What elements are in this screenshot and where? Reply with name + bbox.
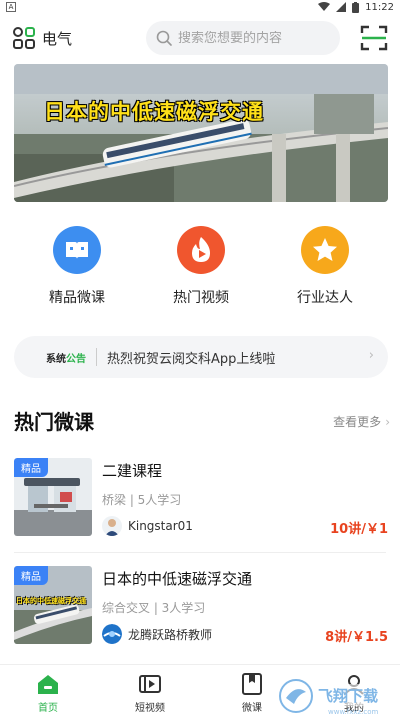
quick-entry-hot-videos[interactable]: 热门视频 bbox=[151, 226, 251, 307]
chevron-right-icon: › bbox=[368, 348, 374, 363]
course-card[interactable]: 日本的中低速磁浮交通 精品 日本的中低速磁浮交通 综合交叉 | 3人学习 龙腾跃… bbox=[0, 566, 400, 664]
nav-label: 短视频 bbox=[135, 703, 165, 714]
quick-entries: 精品微课 热门视频 行业达人 bbox=[0, 226, 400, 316]
svg-text:飞翔下载: 飞翔下载 bbox=[318, 687, 378, 705]
category-selector[interactable]: 电气 bbox=[12, 26, 72, 50]
course-thumbnail: 日本的中低速磁浮交通 精品 bbox=[14, 566, 92, 644]
signal-icon bbox=[336, 2, 347, 12]
avatar bbox=[102, 624, 122, 644]
course-meta: 桥梁 | 5人学习 bbox=[102, 493, 182, 507]
course-badge: 精品 bbox=[14, 458, 48, 477]
author-name: Kingstar01 bbox=[128, 519, 193, 533]
course-thumbnail: 精品 bbox=[14, 458, 92, 536]
course-price: 10讲/￥1 bbox=[330, 522, 388, 537]
search-icon bbox=[156, 30, 172, 46]
search-input[interactable] bbox=[178, 30, 328, 46]
svg-text:www.fxxz.com: www.fxxz.com bbox=[328, 708, 379, 716]
nav-short-video[interactable]: 短视频 bbox=[110, 673, 190, 714]
quick-entry-label: 行业达人 bbox=[297, 290, 353, 306]
notice-text: 热烈祝贺云阅交科App上线啦 bbox=[107, 351, 276, 367]
author-name: 龙腾跃路桥教师 bbox=[128, 627, 213, 642]
category-grid-icon bbox=[13, 27, 35, 49]
course-title: 二建课程 bbox=[102, 462, 163, 480]
watermark-logo: 飞翔下载 www.fxxz.com bbox=[278, 676, 396, 716]
view-more-link[interactable]: 查看更多 › bbox=[333, 413, 390, 430]
nav-label: 首页 bbox=[38, 703, 58, 714]
status-time: 11:22 bbox=[365, 1, 394, 13]
notice-tag-announcement: 公告 bbox=[66, 353, 86, 365]
course-author: Kingstar01 bbox=[102, 516, 193, 536]
fire-play-icon bbox=[177, 226, 225, 274]
course-price: 8讲/￥1.5 bbox=[325, 630, 388, 645]
quick-entry-label: 热门视频 bbox=[173, 290, 229, 306]
banner-caption: 日本的中低速磁浮交通 bbox=[44, 100, 264, 124]
course-card[interactable]: 精品 二建课程 桥梁 | 5人学习 Kingstar01 10讲/￥1 bbox=[0, 458, 400, 556]
notification-icon: A bbox=[6, 2, 16, 12]
battery-icon bbox=[352, 1, 360, 13]
notice-tag: 系统公告 bbox=[46, 350, 86, 365]
course-meta: 综合交叉 | 3人学习 bbox=[102, 601, 206, 615]
quick-entry-label: 精品微课 bbox=[49, 290, 105, 306]
wifi-icon bbox=[318, 2, 331, 11]
banner-image bbox=[14, 64, 388, 202]
nav-label: 微课 bbox=[242, 703, 262, 714]
divider bbox=[14, 552, 386, 553]
course-author: 龙腾跃路桥教师 bbox=[102, 624, 212, 644]
quick-entry-featured-courses[interactable]: 精品微课 bbox=[27, 226, 127, 307]
quick-entry-industry-experts[interactable]: 行业达人 bbox=[275, 226, 375, 307]
system-notice-bar[interactable]: 系统公告 热烈祝贺云阅交科App上线啦 › bbox=[14, 336, 388, 378]
home-icon bbox=[38, 675, 58, 694]
banner-carousel[interactable]: 日本的中低速磁浮交通 bbox=[14, 64, 388, 202]
book-icon bbox=[53, 226, 101, 274]
star-icon bbox=[301, 226, 349, 274]
chevron-right-icon: › bbox=[385, 414, 390, 429]
notice-tag-system: 系统 bbox=[46, 353, 66, 365]
scan-icon[interactable] bbox=[360, 24, 388, 52]
category-label: 电气 bbox=[42, 29, 73, 48]
notice-divider bbox=[96, 348, 97, 366]
bookmark-icon bbox=[242, 673, 262, 695]
section-title: 热门微课 bbox=[14, 410, 94, 434]
status-bar: A 11:22 bbox=[0, 0, 400, 14]
search-bar[interactable] bbox=[146, 21, 340, 55]
header: 电气 bbox=[0, 18, 400, 60]
course-title: 日本的中低速磁浮交通 bbox=[102, 570, 253, 588]
nav-home[interactable]: 首页 bbox=[8, 673, 88, 714]
course-badge: 精品 bbox=[14, 566, 48, 585]
thumbnail-caption: 日本的中低速磁浮交通 bbox=[16, 597, 86, 605]
avatar bbox=[102, 516, 122, 536]
view-more-label: 查看更多 bbox=[333, 415, 382, 429]
video-icon bbox=[139, 675, 161, 693]
